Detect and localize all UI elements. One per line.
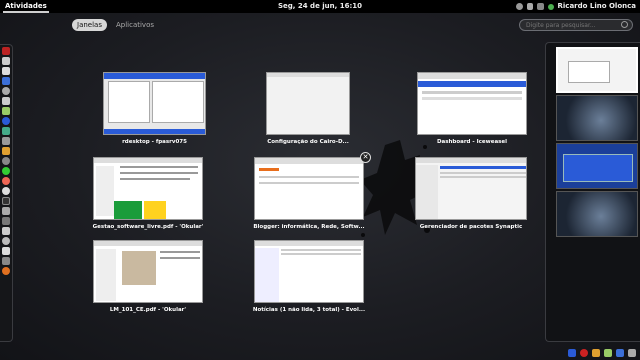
search-icon bbox=[621, 21, 628, 28]
window-thumbnail-synaptic[interactable]: Gerenciador de pacotes Synaptic bbox=[415, 157, 527, 230]
dash bbox=[0, 44, 13, 342]
accessibility-icon[interactable] bbox=[515, 3, 523, 10]
system-tray: Ricardo Lino Olonca bbox=[515, 0, 636, 13]
workspace-2[interactable] bbox=[556, 95, 638, 141]
window-thumbnail-lm-okular[interactable]: LM_101_CE.pdf - 'Okular' bbox=[93, 240, 203, 313]
network-icon[interactable] bbox=[536, 3, 544, 10]
message-tray bbox=[568, 346, 640, 360]
window-title: Dashboard - Iceweasel bbox=[436, 139, 508, 145]
window-title: rdesktop - fpasrv075 bbox=[122, 139, 187, 145]
blue-app-icon[interactable] bbox=[2, 127, 10, 135]
close-window-button[interactable]: ✕ bbox=[360, 152, 371, 163]
user-menu[interactable]: Ricardo Lino Olonca bbox=[558, 0, 636, 13]
app-icon[interactable] bbox=[2, 257, 10, 265]
clock-label[interactable]: Seg, 24 de jun, 16:10 bbox=[278, 2, 362, 10]
mail-icon[interactable] bbox=[2, 247, 10, 255]
document-icon[interactable] bbox=[2, 67, 10, 75]
people-icon[interactable] bbox=[2, 137, 10, 145]
gear-icon[interactable] bbox=[2, 207, 10, 215]
activities-button[interactable]: Atividades bbox=[3, 0, 49, 13]
window-thumbnail-iceweasel[interactable]: Dashboard - Iceweasel bbox=[417, 72, 527, 145]
chat-icon[interactable] bbox=[2, 87, 10, 95]
notification-icon[interactable] bbox=[568, 349, 576, 357]
orange-app-icon[interactable] bbox=[2, 267, 10, 275]
tab-applications[interactable]: Aplicativos bbox=[111, 19, 159, 31]
workspace-switcher bbox=[545, 42, 640, 342]
files-icon[interactable] bbox=[2, 227, 10, 235]
settings-icon[interactable] bbox=[2, 157, 10, 165]
tab-windows[interactable]: Janelas bbox=[72, 19, 107, 31]
window-title: LM_101_CE.pdf - 'Okular' bbox=[109, 307, 187, 313]
green-app-icon[interactable] bbox=[2, 117, 10, 125]
folder-icon[interactable] bbox=[592, 349, 600, 357]
screen-icon[interactable] bbox=[2, 217, 10, 225]
top-bar: Atividades Seg, 24 de jun, 16:10 Ricardo… bbox=[0, 0, 640, 13]
window-thumbnail-cairo-dock[interactable]: Configuração do Cairo-D... bbox=[266, 72, 350, 145]
volume-icon[interactable] bbox=[628, 349, 636, 357]
window-title: Blogger: informática, Rede, Softw... bbox=[253, 224, 365, 230]
file-manager-icon[interactable] bbox=[2, 57, 10, 65]
terminal-icon[interactable] bbox=[2, 197, 10, 205]
window-icon[interactable] bbox=[2, 167, 10, 175]
firefox-icon[interactable] bbox=[2, 177, 10, 185]
window-thumbnail-rdesktop[interactable]: rdesktop - fpasrv075 bbox=[103, 72, 206, 145]
blue-app-icon[interactable] bbox=[2, 77, 10, 85]
workspace-1[interactable] bbox=[556, 47, 638, 93]
window-thumbnail-blogger[interactable]: Blogger: informática, Rede, Softw... ✕ bbox=[253, 152, 371, 230]
window-title: Gestao_software_livre.pdf - 'Okular' bbox=[92, 224, 204, 230]
window-title: Gerenciador de pacotes Synaptic bbox=[419, 224, 523, 230]
pidgin-icon[interactable] bbox=[604, 349, 612, 357]
volume-icon[interactable] bbox=[526, 3, 533, 10]
mail-icon[interactable] bbox=[2, 97, 10, 105]
workspace-3[interactable] bbox=[556, 143, 638, 189]
calendar-icon[interactable] bbox=[2, 147, 10, 155]
chrome-icon[interactable] bbox=[580, 349, 588, 357]
terminal-icon[interactable] bbox=[2, 47, 10, 55]
window-title: Configuração do Cairo-D... bbox=[267, 139, 349, 145]
clock-icon[interactable] bbox=[2, 237, 10, 245]
overview-tabs: Janelas Aplicativos bbox=[72, 19, 159, 31]
bluetooth-icon[interactable] bbox=[616, 349, 624, 357]
window-thumbnail-evolution[interactable]: Notícias (1 não lida, 3 total) - Evol... bbox=[253, 240, 365, 313]
chrome-icon[interactable] bbox=[2, 187, 10, 195]
window-title: Notícias (1 não lida, 3 total) - Evol... bbox=[252, 307, 366, 313]
search-input[interactable] bbox=[519, 19, 633, 31]
window-thumbnail-gestao-okular[interactable]: Gestao_software_livre.pdf - 'Okular' bbox=[93, 157, 203, 230]
workspace-4[interactable] bbox=[556, 191, 638, 237]
status-online-icon[interactable] bbox=[547, 3, 554, 10]
pidgin-icon[interactable] bbox=[2, 107, 10, 115]
